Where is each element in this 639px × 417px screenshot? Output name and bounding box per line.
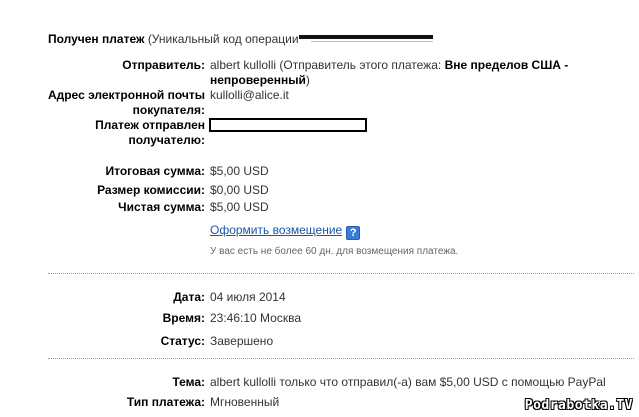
site-watermark: Podrabotka.TV (524, 398, 633, 413)
time-label: Время: (162, 311, 205, 325)
fee-value: $0,00 USD (210, 183, 269, 197)
date-value: 04 июля 2014 (210, 290, 286, 304)
recipient-label-line1: Платеж отправлен (95, 118, 205, 132)
page-title: Получен платеж (48, 32, 145, 46)
transaction-header: Получен платеж (Уникальный код операции (48, 32, 433, 46)
section-divider (48, 358, 634, 359)
status-label: Статус: (160, 334, 205, 348)
buyer-email-label-line1: Адрес электронной почты (47, 88, 205, 102)
date-label: Дата: (173, 290, 205, 304)
buyer-email-value: kullolli@alice.it (210, 88, 289, 102)
sender-name: albert kullolli (210, 58, 277, 72)
subject-label: Тема: (172, 375, 205, 389)
payment-type-label: Тип платежа: (126, 395, 205, 409)
subject-value: albert kullolli только что отправил(-а) … (210, 375, 606, 389)
payment-type-value: Мгновенный (210, 395, 280, 409)
fee-label: Размер комиссии: (97, 183, 205, 197)
buyer-email-label: Адрес электронной почты покупателя: (48, 88, 205, 118)
net-amount-value: $5,00 USD (210, 200, 269, 214)
net-amount-label: Чистая сумма: (118, 200, 205, 214)
recipient-label: Платеж отправлен получателю: (95, 118, 205, 148)
recipient-label-line2: получателю: (128, 133, 205, 147)
total-amount-label: Итоговая сумма: (105, 164, 205, 178)
refund-deadline-note: У вас есть не более 60 дн. для возмещени… (210, 246, 459, 257)
buyer-email-label-line2: покупателя: (132, 103, 205, 117)
refund-link[interactable]: Оформить возмещение (210, 223, 342, 237)
section-divider (48, 273, 634, 274)
redacted-transaction-id (298, 34, 433, 46)
sender-label: Отправитель: (122, 58, 205, 72)
refund-link-row: Оформить возмещение? (210, 222, 361, 240)
sender-note-suffix: ) (305, 73, 310, 87)
sender-note-prefix: (Отправитель этого платежа: (279, 58, 442, 72)
status-value: Завершено (210, 334, 274, 348)
transaction-id-caption: (Уникальный код операции (147, 32, 299, 46)
redacted-recipient-box (209, 118, 367, 132)
sender-value: albert kullolli (Отправитель этого плате… (210, 58, 610, 88)
total-amount-value: $5,00 USD (210, 164, 269, 178)
time-value: 23:46:10 Москва (210, 311, 302, 325)
help-question-icon[interactable]: ? (346, 226, 361, 240)
